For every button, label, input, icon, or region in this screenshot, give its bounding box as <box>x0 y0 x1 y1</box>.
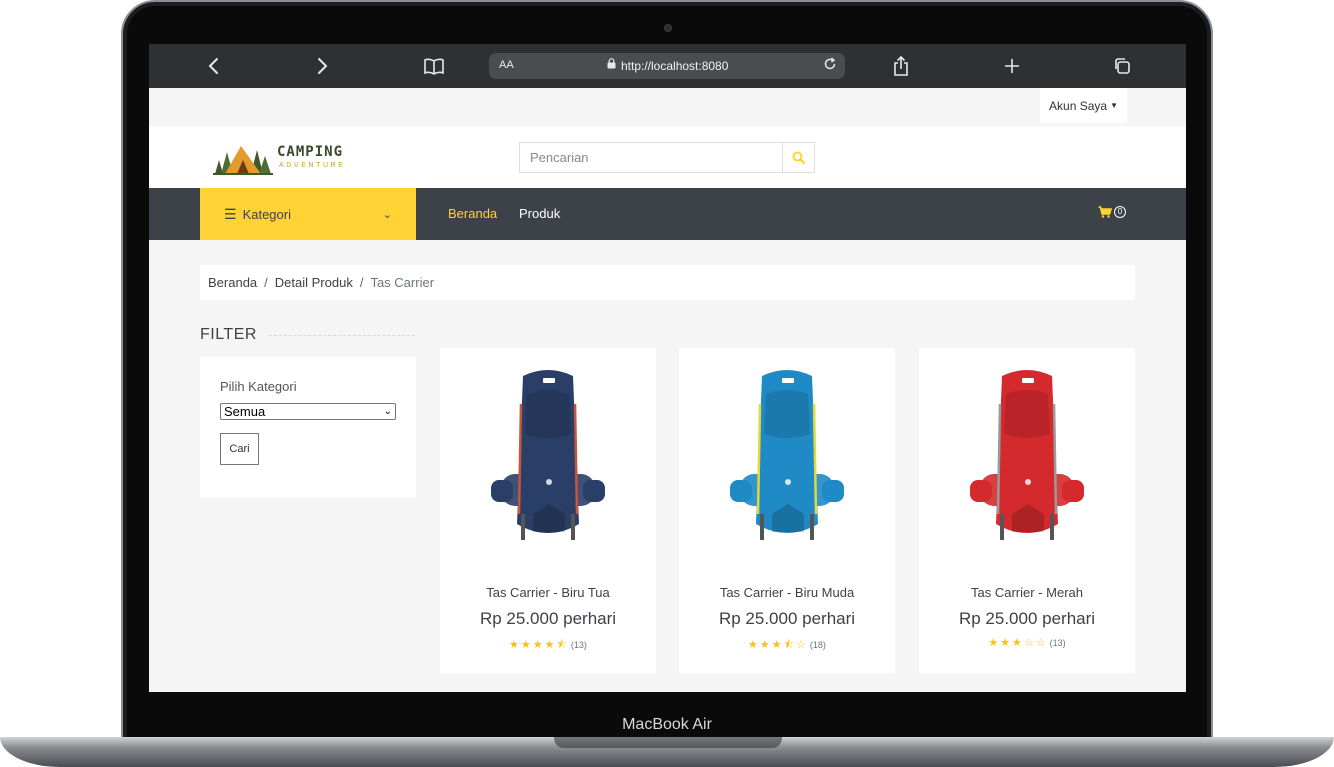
review-count: (18) <box>809 640 826 650</box>
tabs-overview-icon[interactable] <box>1110 54 1134 78</box>
back-icon[interactable] <box>201 54 225 78</box>
backpack-icon <box>730 370 844 540</box>
cart-count-badge: 0 <box>1114 206 1126 218</box>
product-image <box>919 348 1135 560</box>
cart-icon <box>1098 206 1112 218</box>
product-name[interactable]: Tas Carrier - Merah <box>919 585 1135 600</box>
search-input[interactable] <box>520 143 782 172</box>
filter-category-label: Pilih Kategori <box>220 379 297 394</box>
breadcrumb-separator: / <box>359 275 364 290</box>
filter-divider <box>269 335 415 336</box>
account-label: Akun Saya <box>1049 98 1108 113</box>
url-text: http://localhost:8080 <box>621 59 729 73</box>
rating-stars: ★★★☆☆ <box>988 637 1048 649</box>
bookmarks-icon[interactable] <box>422 54 446 78</box>
product-card[interactable]: Tas Carrier - Biru Tua Rp 25.000 perhari… <box>440 348 656 673</box>
site-header: CAMPING ADVENTURE <box>149 126 1186 188</box>
product-card[interactable]: Tas Carrier - Merah Rp 25.000 perhari ★★… <box>919 348 1135 673</box>
product-rating: ★★★★⯪ (13) <box>440 636 656 655</box>
category-toggle[interactable]: ☰ Kategori ⌄ <box>200 188 416 240</box>
screen: AA http://localhost:8080 Akun Saya ▼ CAM… <box>149 44 1186 692</box>
filter-submit-button[interactable]: Cari <box>220 433 259 465</box>
breadcrumb-home[interactable]: Beranda <box>208 275 257 290</box>
filter-title: FILTER <box>200 326 257 343</box>
product-rating: ★★★⯪☆ (18) <box>679 636 895 655</box>
breadcrumb: Beranda / Detail Produk / Tas Carrier <box>200 265 1135 300</box>
product-image <box>679 348 895 560</box>
nav-link-home[interactable]: Beranda <box>448 206 497 221</box>
search-button[interactable] <box>782 143 814 172</box>
category-label: Kategori <box>242 206 291 222</box>
top-strip: Akun Saya ▼ <box>149 88 1186 126</box>
breadcrumb-current: Tas Carrier <box>370 275 435 290</box>
site-logo[interactable]: CAMPING ADVENTURE <box>211 140 343 176</box>
camera-icon <box>664 24 672 32</box>
forward-icon[interactable] <box>311 54 335 78</box>
product-price: Rp 25.000 perhari <box>958 609 1096 628</box>
review-count: (13) <box>1049 638 1066 648</box>
breadcrumb-separator: / <box>264 275 268 290</box>
backpack-icon <box>970 370 1084 540</box>
product-rating: ★★★☆☆ (13) <box>919 636 1135 649</box>
logo-title: CAMPING <box>277 144 344 160</box>
logo-subtitle: ADVENTURE <box>279 162 346 169</box>
address-bar[interactable]: AA http://localhost:8080 <box>489 53 845 79</box>
product-image <box>440 348 656 560</box>
chevron-down-icon: ⌄ <box>383 406 392 417</box>
backpack-icon <box>491 370 605 540</box>
caret-down-icon: ▼ <box>1110 101 1118 110</box>
reload-icon[interactable] <box>823 57 837 75</box>
chevron-down-icon: ⌄ <box>382 208 392 221</box>
device-label: MacBook Air <box>622 716 712 733</box>
menu-icon: ☰ <box>224 205 237 222</box>
cart-button[interactable]: 0 <box>1098 206 1126 218</box>
main-nav: ☰ Kategori ⌄ Beranda Produk 0 <box>149 188 1186 240</box>
nav-link-products[interactable]: Produk <box>519 206 560 221</box>
rating-stars: ★★★★⯪ <box>509 639 569 651</box>
product-name[interactable]: Tas Carrier - Biru Muda <box>679 585 895 600</box>
search-icon <box>792 151 805 164</box>
account-dropdown[interactable]: Akun Saya ▼ <box>1040 88 1127 123</box>
lock-icon <box>607 58 617 72</box>
product-price: Rp 25.000 perhari <box>718 609 856 628</box>
search-box <box>519 142 815 173</box>
browser-toolbar: AA http://localhost:8080 <box>149 44 1186 88</box>
product-name[interactable]: Tas Carrier - Biru Tua <box>440 585 656 600</box>
laptop-mockup: AA http://localhost:8080 Akun Saya ▼ CAM… <box>0 0 1334 767</box>
text-size-button[interactable]: AA <box>499 59 514 71</box>
category-select-value: Semua <box>224 404 266 419</box>
rating-stars: ★★★⯪☆ <box>748 639 808 651</box>
product-price: Rp 25.000 perhari <box>479 609 617 628</box>
share-icon[interactable] <box>889 54 913 78</box>
review-count: (13) <box>570 640 587 650</box>
breadcrumb-detail[interactable]: Detail Produk <box>275 275 353 290</box>
new-tab-icon[interactable] <box>1000 54 1024 78</box>
product-card[interactable]: Tas Carrier - Biru Muda Rp 25.000 perhar… <box>679 348 895 673</box>
filter-panel: Pilih Kategori Semua ⌄ Cari <box>200 357 416 497</box>
tent-logo-icon <box>213 146 273 175</box>
category-select[interactable]: Semua ⌄ <box>220 403 396 420</box>
laptop-hinge-notch <box>554 737 782 748</box>
